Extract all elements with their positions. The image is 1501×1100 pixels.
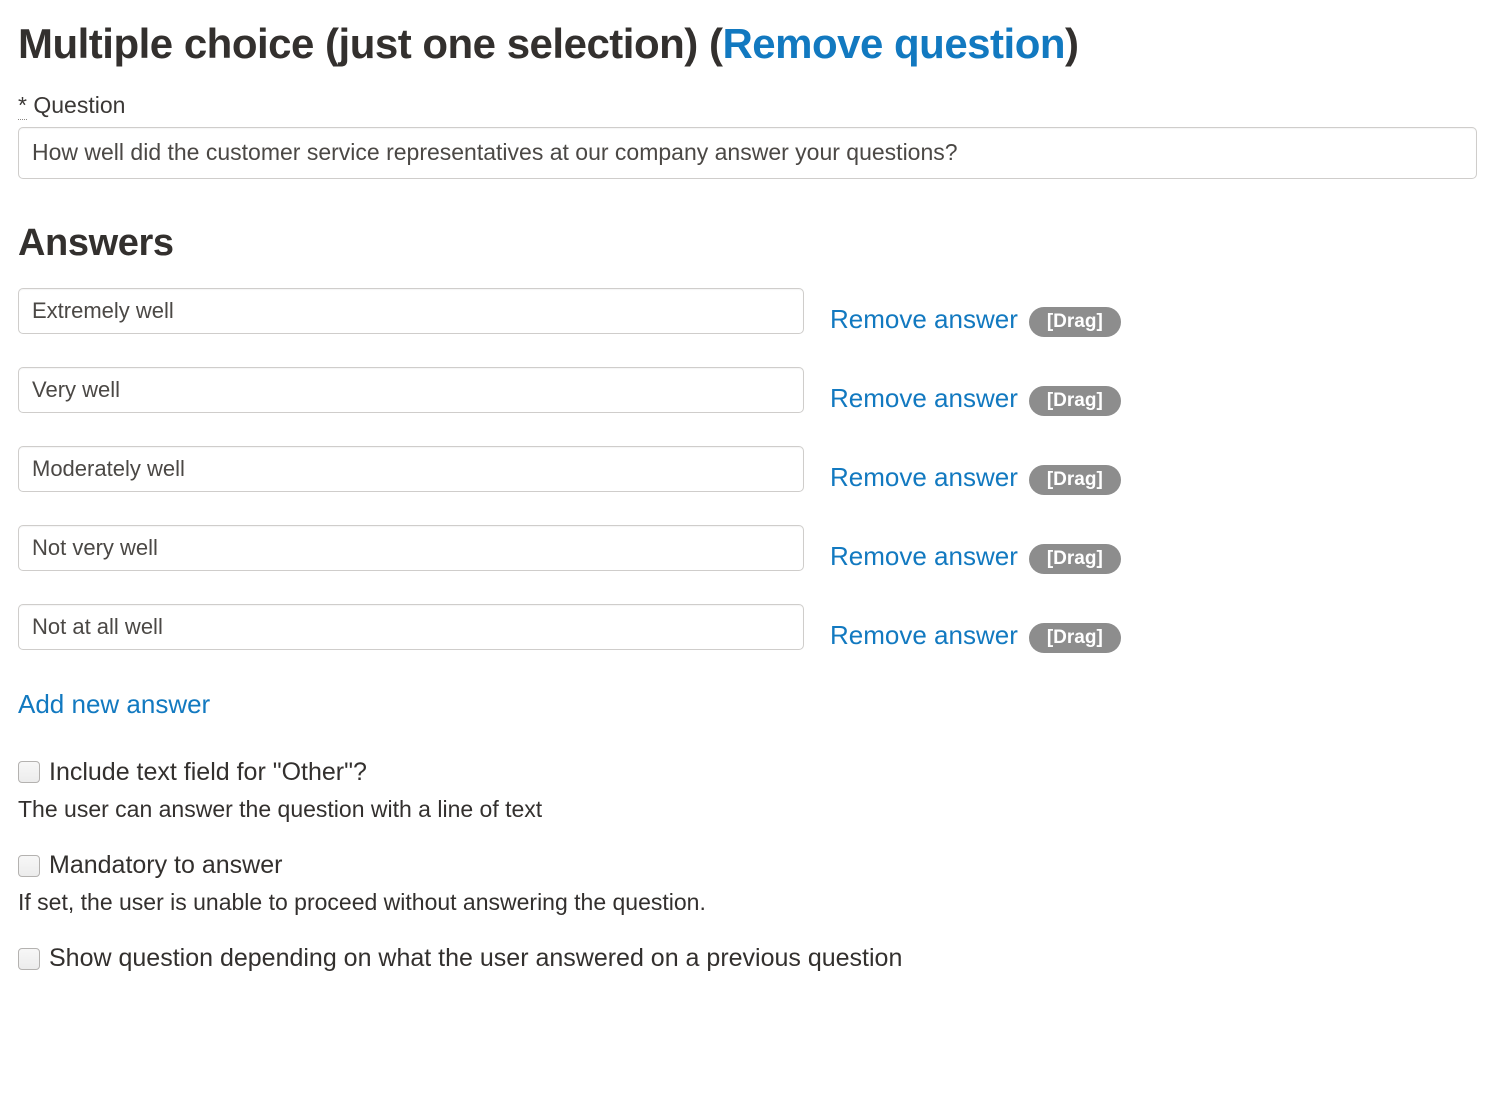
drag-handle[interactable]: [Drag]: [1028, 622, 1121, 653]
option-mandatory: Mandatory to answer If set, the user is …: [18, 851, 1483, 917]
answer-row: Remove answer [Drag]: [18, 603, 1483, 683]
question-editor-panel: Multiple choice (just one selection) (Re…: [0, 0, 1501, 1100]
answer-row-actions: Remove answer [Drag]: [830, 383, 1121, 416]
mandatory-checkbox[interactable]: [18, 854, 40, 877]
include-other-help: The user can answer the question with a …: [18, 796, 543, 823]
answer-input[interactable]: [18, 524, 804, 571]
remove-answer-link[interactable]: Remove answer: [830, 622, 1018, 648]
title-close-paren: ): [1065, 20, 1079, 67]
mandatory-label[interactable]: Mandatory to answer: [49, 851, 282, 880]
answer-row-actions: Remove answer [Drag]: [830, 462, 1121, 495]
drag-handle[interactable]: [Drag]: [1028, 385, 1121, 416]
remove-answer-link[interactable]: Remove answer: [830, 543, 1018, 569]
drag-handle[interactable]: [Drag]: [1028, 464, 1121, 495]
question-type-title: Multiple choice (just one selection): [18, 20, 698, 67]
remove-answer-link[interactable]: Remove answer: [830, 385, 1018, 411]
required-marker: *: [18, 92, 27, 121]
question-input[interactable]: [18, 126, 1477, 179]
answer-input[interactable]: [18, 366, 804, 413]
answer-input[interactable]: [18, 445, 804, 492]
option-include-other: Include text field for "Other"? The user…: [18, 758, 1483, 824]
question-field-label: * Question: [18, 92, 1483, 121]
answers-heading: Answers: [18, 221, 174, 264]
conditional-display-checkbox[interactable]: [18, 947, 40, 970]
question-label-text: Question: [33, 92, 126, 119]
answer-input[interactable]: [18, 603, 804, 650]
answer-row: Remove answer [Drag]: [18, 524, 1483, 604]
answer-row: Remove answer [Drag]: [18, 445, 1483, 525]
answer-row-actions: Remove answer [Drag]: [830, 541, 1121, 574]
answer-row: Remove answer [Drag]: [18, 287, 1483, 367]
remove-answer-link[interactable]: Remove answer: [830, 464, 1018, 490]
remove-answer-link[interactable]: Remove answer: [830, 306, 1018, 332]
add-new-answer-link[interactable]: Add new answer: [18, 691, 210, 717]
remove-question-link[interactable]: Remove question: [722, 20, 1065, 67]
answer-row-actions: Remove answer [Drag]: [830, 620, 1121, 653]
answer-input[interactable]: [18, 287, 804, 334]
answer-row: Remove answer [Drag]: [18, 366, 1483, 446]
drag-handle[interactable]: [Drag]: [1028, 306, 1121, 337]
answer-row-actions: Remove answer [Drag]: [830, 304, 1121, 337]
conditional-display-label[interactable]: Show question depending on what the user…: [49, 944, 902, 973]
option-conditional-display: Show question depending on what the user…: [18, 944, 1483, 973]
mandatory-help: If set, the user is unable to proceed wi…: [18, 889, 706, 916]
include-other-checkbox[interactable]: [18, 761, 40, 784]
include-other-label[interactable]: Include text field for "Other"?: [49, 758, 367, 787]
drag-handle[interactable]: [Drag]: [1028, 543, 1121, 574]
question-options: Include text field for "Other"? The user…: [18, 758, 1483, 973]
page-title: Multiple choice (just one selection) (Re…: [18, 0, 1483, 66]
answers-list: Remove answer [Drag] Remove answer [Drag…: [18, 287, 1483, 683]
title-open-paren: (: [708, 20, 723, 67]
